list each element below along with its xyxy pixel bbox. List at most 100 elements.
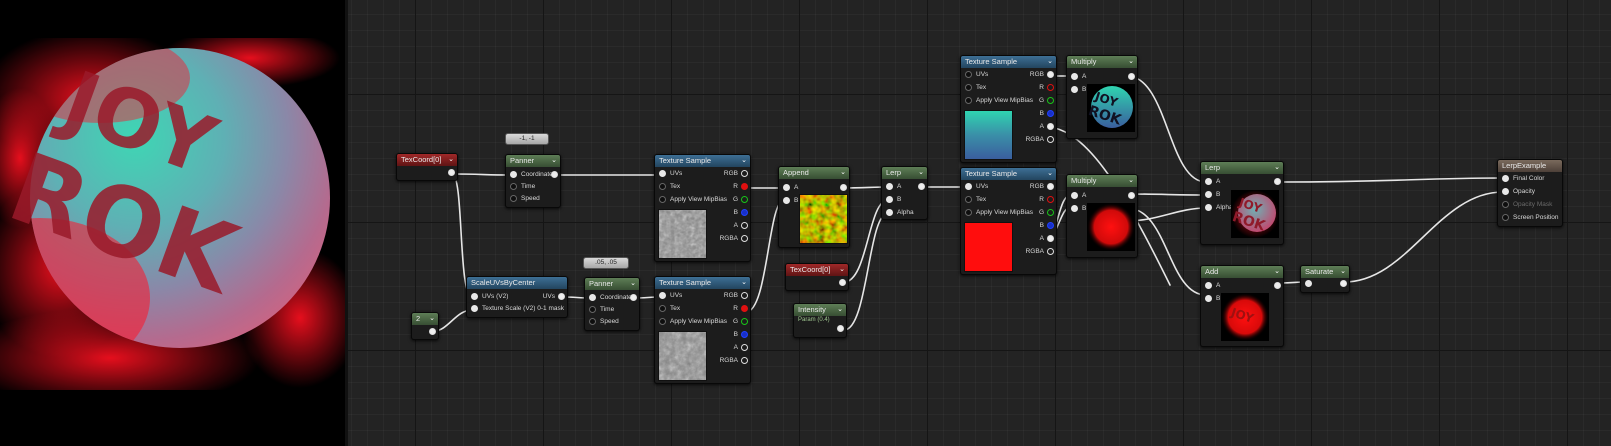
- input-pin[interactable]: [965, 70, 972, 78]
- output-pin[interactable]: [1047, 96, 1054, 104]
- input-pin[interactable]: [886, 195, 893, 203]
- input-pin[interactable]: [1502, 187, 1509, 195]
- panner-node[interactable]: Panner ⌄ Coordinate Time Speed: [505, 154, 561, 208]
- panner-node[interactable]: Panner ⌄ Coordinate Time Speed: [584, 277, 640, 331]
- output-pin[interactable]: [1128, 191, 1135, 199]
- input-pin[interactable]: [1205, 190, 1212, 198]
- output-pin[interactable]: [1047, 234, 1054, 242]
- output-pin[interactable]: [837, 324, 844, 332]
- input-pin[interactable]: [1502, 200, 1509, 208]
- output-pin[interactable]: [1047, 182, 1054, 190]
- multiply-node[interactable]: Multiply ⌄ A B JOY ROK: [1066, 55, 1138, 139]
- input-pin[interactable]: [1305, 279, 1312, 287]
- chevron-down-icon[interactable]: ⌄: [1340, 266, 1346, 278]
- chevron-down-icon[interactable]: ⌄: [429, 313, 435, 325]
- input-pin[interactable]: [1205, 177, 1212, 185]
- output-pin[interactable]: [1340, 279, 1347, 287]
- output-pin[interactable]: [741, 317, 748, 325]
- input-pin[interactable]: [589, 293, 596, 301]
- output-pin[interactable]: [741, 291, 748, 299]
- input-pin[interactable]: [1205, 294, 1212, 302]
- texture-sample-node[interactable]: Texture Sample ⌄ UVs Tex Apply View MipB…: [654, 276, 751, 384]
- chevron-down-icon[interactable]: ⌄: [1047, 168, 1053, 180]
- input-pin[interactable]: [965, 195, 972, 203]
- material-graph-canvas[interactable]: TexCoord[0] ⌄ 2 ⌄ -1, -1 Panner ⌄ Coordi…: [345, 0, 1611, 446]
- input-pin[interactable]: [1502, 174, 1509, 182]
- multiply-node[interactable]: Multiply ⌄ A B: [1066, 174, 1138, 258]
- output-pin[interactable]: [1047, 135, 1054, 143]
- input-pin[interactable]: [1205, 281, 1212, 289]
- output-pin[interactable]: [1274, 281, 1281, 289]
- output-pin[interactable]: [741, 343, 748, 351]
- texcoord-node[interactable]: TexCoord[0] ⌄: [396, 153, 458, 181]
- output-pin[interactable]: [1047, 221, 1054, 229]
- input-pin[interactable]: [783, 183, 790, 191]
- texture-sample-node[interactable]: Texture Sample ⌄ UVs Tex Apply View MipB…: [960, 167, 1057, 275]
- chevron-down-icon[interactable]: ⌄: [741, 155, 747, 167]
- output-pin[interactable]: [840, 183, 847, 191]
- chevron-down-icon[interactable]: ⌄: [1047, 56, 1053, 68]
- input-pin[interactable]: [886, 182, 893, 190]
- output-pin[interactable]: [741, 221, 748, 229]
- chevron-down-icon[interactable]: ⌄: [1274, 266, 1280, 278]
- comment-bubble[interactable]: .05, .05: [583, 257, 629, 269]
- append-node[interactable]: Append ⌄ A B: [778, 166, 850, 248]
- chevron-down-icon[interactable]: ⌄: [741, 277, 747, 289]
- input-pin[interactable]: [1205, 203, 1212, 211]
- constant-node[interactable]: 2 ⌄: [411, 312, 439, 340]
- texture-sample-node[interactable]: Texture Sample ⌄ UVs Tex Apply View MipB…: [960, 55, 1057, 163]
- comment-bubble[interactable]: -1, -1: [505, 133, 549, 145]
- output-pin[interactable]: [741, 182, 748, 190]
- output-pin[interactable]: [741, 169, 748, 177]
- input-pin[interactable]: [510, 194, 517, 202]
- chevron-down-icon[interactable]: ⌄: [1128, 56, 1134, 68]
- intensity-parameter-node[interactable]: Intensity ⌄ Param (0.4): [793, 303, 847, 338]
- output-pin[interactable]: [741, 356, 748, 364]
- output-pin[interactable]: [1047, 122, 1054, 130]
- output-pin[interactable]: [429, 327, 436, 335]
- texcoord-node[interactable]: TexCoord[0] ⌄: [785, 263, 849, 291]
- material-preview-viewport[interactable]: JOY ROK: [0, 0, 345, 446]
- texture-sample-node[interactable]: Texture Sample ⌄ UVs Tex Apply View MipB…: [654, 154, 751, 262]
- output-pin[interactable]: [1274, 177, 1281, 185]
- chevron-down-icon[interactable]: ⌄: [839, 264, 845, 276]
- input-pin[interactable]: [659, 304, 666, 312]
- input-pin[interactable]: [589, 317, 596, 325]
- input-pin[interactable]: [659, 195, 666, 203]
- output-pin[interactable]: [551, 170, 558, 178]
- lerp-node[interactable]: Lerp ⌄ A B Alpha JOY ROK: [1200, 161, 1284, 245]
- input-pin[interactable]: [783, 196, 790, 204]
- input-pin[interactable]: [659, 291, 666, 299]
- output-pin[interactable]: [1128, 72, 1135, 80]
- input-pin[interactable]: [886, 208, 893, 216]
- input-pin[interactable]: [471, 292, 478, 300]
- chevron-down-icon[interactable]: ⌄: [448, 154, 454, 166]
- scale-uvs-node[interactable]: ScaleUVsByCenter UVs (V2) Texture Scale …: [466, 276, 568, 318]
- input-pin[interactable]: [1071, 204, 1078, 212]
- material-result-node[interactable]: LerpExample Final Color Opacity Opacity …: [1497, 159, 1563, 227]
- input-pin[interactable]: [965, 208, 972, 216]
- input-pin[interactable]: [659, 182, 666, 190]
- output-pin[interactable]: [1047, 83, 1054, 91]
- output-pin[interactable]: [1047, 247, 1054, 255]
- input-pin[interactable]: [965, 182, 972, 190]
- output-pin[interactable]: [741, 330, 748, 338]
- input-pin[interactable]: [1071, 85, 1078, 93]
- input-pin[interactable]: [659, 317, 666, 325]
- lerp-node[interactable]: Lerp ⌄ A B Alpha: [881, 166, 928, 220]
- output-pin[interactable]: [741, 195, 748, 203]
- saturate-node[interactable]: Saturate ⌄: [1300, 265, 1350, 293]
- input-pin[interactable]: [589, 305, 596, 313]
- input-pin[interactable]: [659, 169, 666, 177]
- input-pin[interactable]: [471, 304, 478, 312]
- chevron-down-icon[interactable]: ⌄: [840, 167, 846, 179]
- input-pin[interactable]: [965, 96, 972, 104]
- input-pin[interactable]: [1071, 191, 1078, 199]
- output-pin[interactable]: [558, 292, 565, 300]
- output-pin[interactable]: [1047, 70, 1054, 78]
- output-pin[interactable]: [741, 234, 748, 242]
- output-pin[interactable]: [448, 168, 455, 176]
- output-pin[interactable]: [741, 208, 748, 216]
- output-pin[interactable]: [741, 304, 748, 312]
- chevron-down-icon[interactable]: ⌄: [918, 167, 924, 179]
